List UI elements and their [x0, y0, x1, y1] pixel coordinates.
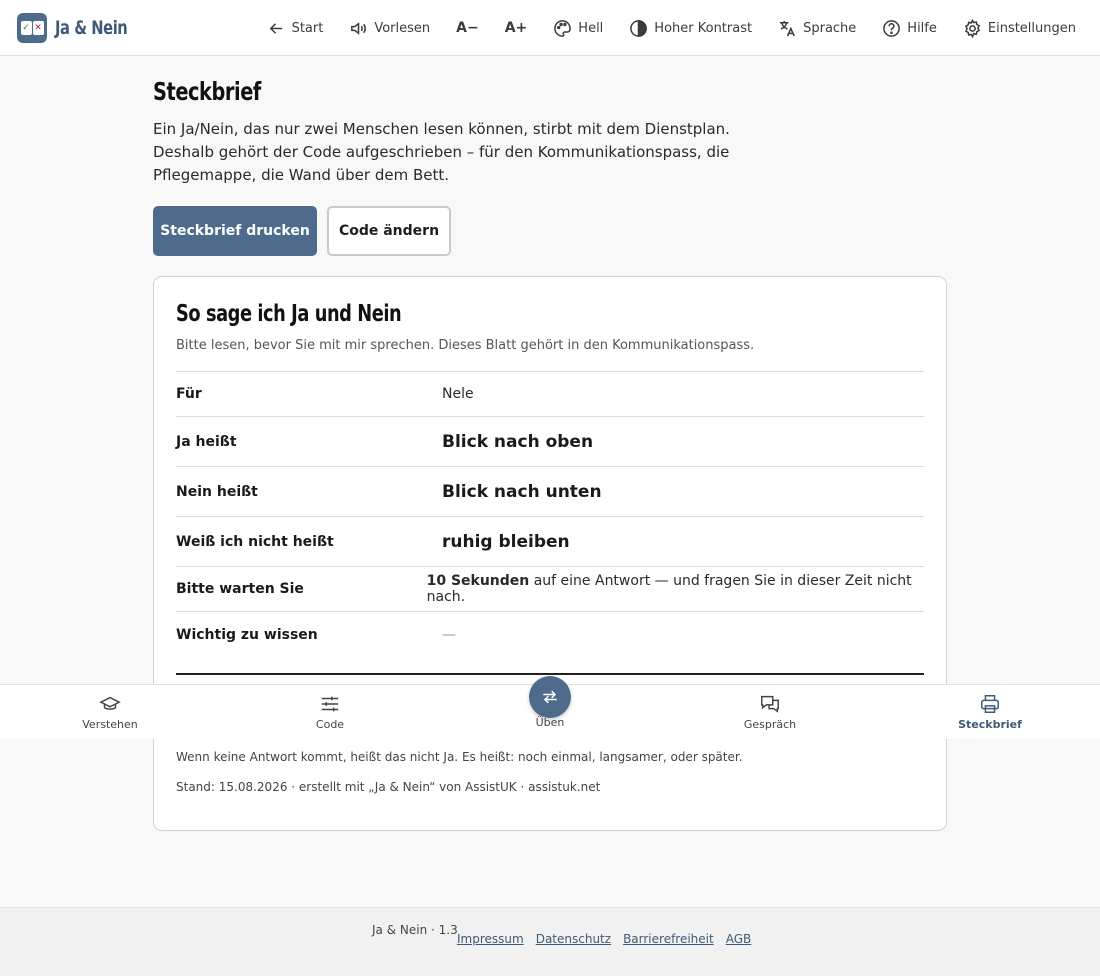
- table-row: Bitte warten Sie 10 Sekunden auf eine An…: [176, 567, 924, 612]
- table-row: Weiß ich nicht heißt ruhig bleiben: [176, 517, 924, 567]
- page-intro: Ein Ja/Nein, das nur zwei Menschen lesen…: [153, 120, 730, 184]
- tab-profile-label: Steckbrief: [958, 718, 1022, 731]
- font-larger-button[interactable]: A+: [505, 20, 528, 36]
- nav-start-label: Start: [291, 20, 324, 36]
- nav-theme-label: Hell: [578, 20, 604, 36]
- nav-contrast-label: Hoher Kontrast: [654, 20, 753, 36]
- action-buttons: Steckbrief drucken Code ändern: [153, 206, 947, 256]
- tab-code-label: Code: [315, 718, 345, 731]
- contrast-icon: [630, 19, 648, 37]
- nav-settings-label: Einstellungen: [987, 20, 1076, 36]
- card-note: Wenn keine Antwort kommt, heißt das nich…: [176, 750, 743, 764]
- row-label: Weiß ich nicht heißt: [176, 533, 334, 550]
- tab-understand[interactable]: Verstehen: [50, 685, 170, 740]
- tab-conversation[interactable]: Gespräch: [710, 685, 830, 740]
- arrow-left-icon: [269, 22, 282, 34]
- footer-link-imprint[interactable]: Impressum: [457, 932, 524, 946]
- gear-icon: [964, 18, 980, 38]
- swap-arrows-icon: [543, 690, 557, 704]
- row-label: Nein heißt: [176, 483, 258, 500]
- main-content: Steckbrief Ein Ja/Nein, das nur zwei Men…: [153, 74, 947, 831]
- row-value: —: [442, 626, 456, 643]
- top-nav: Start Vorlesen A− A+ Hell Hoher Kontrast…: [267, 0, 1076, 56]
- row-value: 10 Sekunden auf eine Antwort — und frage…: [427, 573, 924, 605]
- card-subtitle: Bitte lesen, bevor Sie mit mir sprechen.…: [176, 338, 755, 353]
- nav-start[interactable]: Start: [267, 19, 324, 38]
- divider: [176, 673, 924, 675]
- page-title: Steckbrief: [153, 77, 261, 106]
- tab-code[interactable]: Code: [270, 685, 390, 740]
- change-code-button[interactable]: Code ändern: [327, 206, 451, 256]
- table-row: Nein heißt Blick nach unten: [176, 467, 924, 517]
- nav-theme[interactable]: Hell: [553, 19, 603, 38]
- tab-practice-label: Üben: [535, 716, 565, 729]
- row-value: Blick nach unten: [442, 481, 602, 502]
- row-label: Für: [176, 386, 202, 402]
- printer-icon: [981, 695, 999, 713]
- help-icon: [883, 19, 901, 37]
- top-bar: ✓ ✕ Ja & Nein Start Vorlesen A− A+ Hell …: [0, 0, 1100, 56]
- footer-link-terms[interactable]: AGB: [726, 932, 752, 946]
- nav-language-label: Sprache: [803, 20, 857, 36]
- font-larger-label: A+: [504, 20, 528, 36]
- tab-understand-label: Verstehen: [82, 718, 138, 731]
- table-row: Ja heißt Blick nach oben: [176, 417, 924, 467]
- translate-icon: [779, 20, 795, 36]
- table-row: Wichtig zu wissen —: [176, 612, 924, 657]
- wait-time-value: 10 Sekunden: [426, 573, 530, 589]
- app-logo-icon: ✓ ✕: [17, 13, 47, 43]
- font-smaller-button[interactable]: A−: [456, 20, 479, 36]
- row-label: Ja heißt: [176, 433, 237, 450]
- logo-no-mark: ✕: [32, 21, 44, 35]
- nav-language[interactable]: Sprache: [778, 19, 856, 38]
- sliders-icon: [321, 696, 339, 712]
- tab-conversation-label: Gespräch: [743, 718, 797, 731]
- chat-bubbles-icon: [761, 695, 779, 713]
- tab-profile[interactable]: Steckbrief: [930, 685, 1050, 740]
- footer-version: Ja & Nein · 1.3: [372, 923, 458, 937]
- table-row: Für Nele: [176, 372, 924, 417]
- nav-read-aloud[interactable]: Vorlesen: [349, 19, 430, 38]
- logo-yes-mark: ✓: [20, 21, 32, 35]
- print-profile-button[interactable]: Steckbrief drucken: [153, 206, 317, 256]
- footer-link-privacy[interactable]: Datenschutz: [536, 932, 611, 946]
- footer: Ja & Nein · 1.3 Impressum Datenschutz Ba…: [0, 907, 1100, 976]
- row-label: Bitte warten Sie: [176, 581, 304, 597]
- card-stamp: Stand: 15.08.2026 · erstellt mit „Ja & N…: [176, 780, 601, 794]
- palette-icon: [554, 19, 572, 37]
- footer-links: Impressum Datenschutz Barrierefreiheit A…: [457, 932, 751, 946]
- nav-help[interactable]: Hilfe: [882, 19, 937, 38]
- speaker-icon: [351, 21, 367, 35]
- nav-read-aloud-label: Vorlesen: [374, 20, 431, 36]
- footer-link-accessibility[interactable]: Barrierefreiheit: [623, 932, 714, 946]
- row-label: Wichtig zu wissen: [176, 626, 318, 643]
- row-value: ruhig bleiben: [442, 531, 570, 552]
- row-value: Blick nach oben: [442, 431, 594, 452]
- profile-table: Für Nele Ja heißt Blick nach oben Nein h…: [176, 371, 924, 657]
- font-smaller-label: A−: [456, 20, 479, 36]
- profile-card: So sage ich Ja und Nein Bitte lesen, bev…: [153, 276, 947, 831]
- brand-name: Ja & Nein: [55, 17, 128, 39]
- nav-help-label: Hilfe: [907, 20, 937, 36]
- graduation-cap-icon: [99, 696, 121, 710]
- nav-settings[interactable]: Einstellungen: [963, 18, 1076, 38]
- brand[interactable]: ✓ ✕ Ja & Nein: [17, 13, 139, 43]
- row-value: Nele: [442, 386, 474, 402]
- practice-button[interactable]: [529, 676, 571, 718]
- card-title: So sage ich Ja und Nein: [176, 301, 402, 327]
- nav-contrast[interactable]: Hoher Kontrast: [629, 19, 752, 38]
